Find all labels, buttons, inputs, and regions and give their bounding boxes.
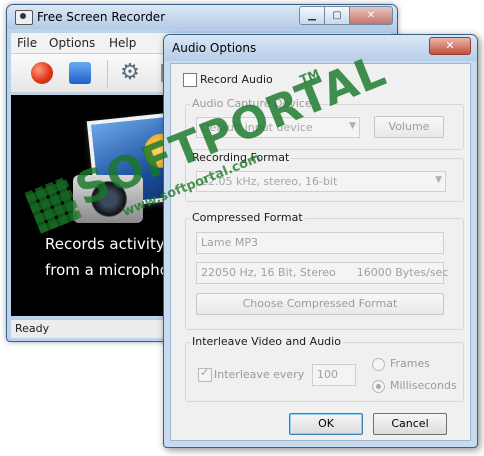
gear-icon[interactable]: ⚙ <box>119 62 141 84</box>
frames-radio[interactable] <box>372 358 385 371</box>
status-text: Ready <box>15 322 50 335</box>
recording-format-select[interactable]: 22.05 kHz, stereo, 16-bit ▼ <box>196 171 446 192</box>
main-window-title: Free Screen Recorder <box>37 10 166 24</box>
dialog-title-bar[interactable]: Audio Options ✕ <box>164 35 477 61</box>
minimize-button[interactable]: ▁ <box>299 6 325 25</box>
codec-field[interactable]: Lame MP3 <box>196 232 444 254</box>
milliseconds-label: Milliseconds <box>390 379 457 392</box>
content-line-1: Records activity <box>45 235 165 253</box>
camera-icon <box>73 175 143 223</box>
lens-icon <box>91 181 127 217</box>
capture-device-select[interactable]: Default input device ▼ <box>196 117 360 138</box>
dialog-close-button[interactable]: ✕ <box>429 37 471 55</box>
stop-icon[interactable] <box>69 62 91 84</box>
milliseconds-radio[interactable] <box>372 380 385 393</box>
choose-compressed-format-button[interactable]: Choose Compressed Format <box>196 293 444 315</box>
record-audio-checkbox[interactable] <box>183 73 197 87</box>
codec-value: Lame MP3 <box>201 236 258 249</box>
audio-options-dialog: Audio Options ✕ Record Audio Audio Captu… <box>163 34 478 448</box>
menu-help[interactable]: Help <box>109 36 136 50</box>
capture-device-value: Default input device <box>201 121 313 134</box>
record-audio-label: Record Audio <box>200 73 273 86</box>
dialog-body: Record Audio Audio Capture Device Defaul… <box>170 63 471 441</box>
camera-app-icon <box>15 10 33 25</box>
menu-file[interactable]: File <box>17 36 37 50</box>
codec-details-field[interactable]: 22050 Hz, 16 Bit, Stereo 16000 Bytes/sec <box>196 262 448 284</box>
cancel-button[interactable]: Cancel <box>373 413 447 435</box>
close-button[interactable]: ✕ <box>349 6 393 25</box>
ok-button[interactable]: OK <box>289 413 363 435</box>
frames-label: Frames <box>390 357 431 370</box>
content-line-2: from a micropho <box>45 261 169 279</box>
main-title-bar[interactable]: Free Screen Recorder ▁ ▢ ✕ <box>7 5 397 29</box>
interleave-checkbox[interactable] <box>198 366 212 382</box>
volume-button[interactable]: Volume <box>374 116 444 138</box>
capture-device-group: Audio Capture Device Default input devic… <box>185 97 464 150</box>
interleave-legend: Interleave Video and Audio <box>190 335 343 348</box>
menu-options[interactable]: Options <box>49 36 95 50</box>
dialog-title: Audio Options <box>172 41 257 55</box>
compressed-format-group: Compressed Format Lame MP3 22050 Hz, 16 … <box>185 211 464 330</box>
recording-format-group: Recording Format 22.05 kHz, stereo, 16-b… <box>185 151 464 202</box>
recording-format-value: 22.05 kHz, stereo, 16-bit <box>201 175 338 188</box>
chevron-down-icon: ▼ <box>435 175 442 185</box>
interleave-group: Interleave Video and Audio Interleave ev… <box>185 335 464 402</box>
codec-details-value: 22050 Hz, 16 Bit, Stereo 16000 Bytes/sec <box>201 266 449 279</box>
toolbar-separator <box>107 60 108 88</box>
recording-format-legend: Recording Format <box>190 151 292 164</box>
chevron-down-icon: ▼ <box>349 121 356 131</box>
maximize-button[interactable]: ▢ <box>324 6 350 25</box>
interleave-value-input[interactable]: 100 <box>312 364 356 386</box>
capture-device-legend: Audio Capture Device <box>190 97 314 110</box>
record-icon[interactable] <box>31 62 53 84</box>
interleave-value: 100 <box>317 368 338 381</box>
compressed-format-legend: Compressed Format <box>190 211 305 224</box>
interleave-every-label: Interleave every <box>214 368 305 381</box>
